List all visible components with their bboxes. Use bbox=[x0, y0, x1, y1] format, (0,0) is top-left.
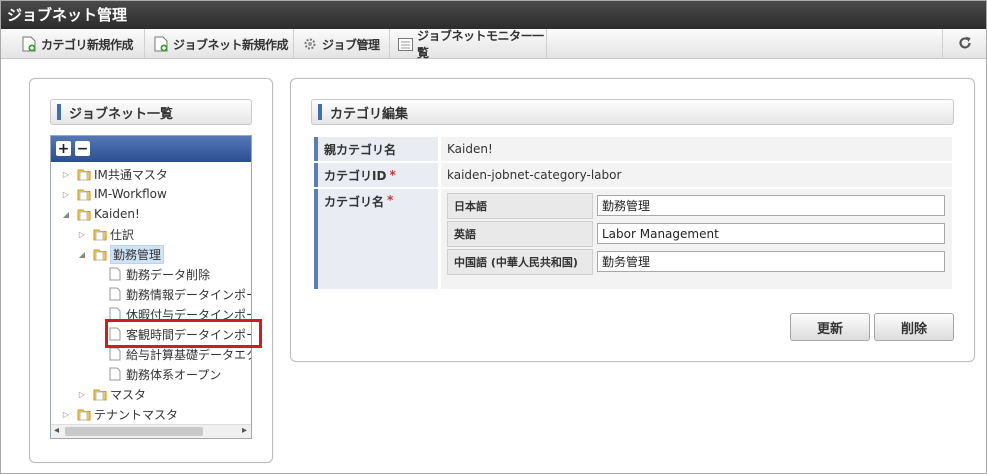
tree-node-label: Kaiden! bbox=[94, 207, 140, 221]
expand-toggle-icon[interactable]: ▷ bbox=[77, 390, 87, 399]
jobnet-list-heading: ジョブネット一覧 bbox=[50, 99, 252, 125]
category-id-row: カテゴリID * kaiden-jobnet-category-labor bbox=[314, 163, 952, 187]
tree-toolbar: + − bbox=[51, 136, 251, 162]
required-mark: * bbox=[389, 168, 396, 182]
lang-label-english: 英語 bbox=[447, 221, 593, 247]
horizontal-scrollbar[interactable]: ◂ ▸ bbox=[51, 424, 251, 438]
new-category-label: カテゴリ新規作成 bbox=[41, 37, 134, 52]
tree-node-label: マスタ bbox=[110, 387, 147, 402]
expand-toggle-icon[interactable]: ▷ bbox=[77, 230, 87, 239]
open-folder-icon bbox=[77, 207, 91, 221]
parent-category-label: 親カテゴリ名 bbox=[314, 137, 438, 161]
required-mark: * bbox=[387, 193, 394, 207]
toolbar: カテゴリ新規作成 ジョブネット新規作成 ジョブ管理 ジョブネットモニター一覧 bbox=[1, 29, 986, 60]
tree-node-labor-data-delete[interactable]: 勤務データ削除 bbox=[109, 264, 210, 284]
tree-node-master[interactable]: ▷ マスタ bbox=[77, 384, 146, 404]
tree-node-label: 勤務管理 bbox=[110, 244, 165, 264]
category-id-label-text: カテゴリID bbox=[324, 168, 387, 183]
refresh-icon bbox=[958, 36, 972, 53]
tree-node-tenant-master[interactable]: ▷ テナントマスタ bbox=[61, 404, 178, 424]
collapse-toggle-icon[interactable]: ◢ bbox=[61, 210, 71, 219]
job-management-button[interactable]: ジョブ管理 bbox=[294, 29, 390, 59]
new-jobnet-label: ジョブネット新規作成 bbox=[173, 37, 289, 52]
job-management-label: ジョブ管理 bbox=[322, 37, 380, 52]
monitor-list-icon bbox=[398, 36, 413, 52]
refresh-button[interactable] bbox=[942, 29, 986, 59]
parent-category-value: Kaiden! bbox=[441, 137, 952, 161]
heading-accent-bar bbox=[57, 104, 61, 120]
category-name-label: カテゴリ名 * bbox=[314, 189, 438, 289]
jobnet-tree: + − ▷ IM共通マスタ ▷ IM-Workflow ◢ Kaiden! ▷ … bbox=[50, 135, 252, 439]
expand-toggle-icon[interactable]: ▷ bbox=[61, 190, 71, 199]
jobnet-monitor-list-label: ジョブネットモニター一覧 bbox=[417, 29, 544, 60]
document-icon bbox=[109, 367, 123, 381]
document-icon bbox=[109, 287, 123, 301]
tree-node-label: 給与計算基礎データエク bbox=[126, 347, 252, 362]
tree-node-label: 仕訳 bbox=[110, 227, 135, 242]
lang-label-chinese: 中国語 (中華人民共和国) bbox=[447, 249, 593, 275]
category-id-label: カテゴリID * bbox=[314, 163, 438, 187]
open-folder-icon bbox=[93, 247, 107, 261]
delete-button[interactable]: 削除 bbox=[874, 313, 954, 341]
folder-icon bbox=[93, 227, 107, 241]
category-name-chinese-input[interactable] bbox=[597, 251, 945, 272]
new-jobnet-button[interactable]: ジョブネット新規作成 bbox=[145, 29, 294, 59]
tree-node-label: 勤務情報データインポー bbox=[126, 287, 252, 302]
category-id-value: kaiden-jobnet-category-labor bbox=[441, 163, 952, 187]
tree-node-kaiden[interactable]: ◢ Kaiden! bbox=[61, 204, 140, 224]
category-edit-title: カテゴリ編集 bbox=[330, 106, 409, 122]
tree-node-label: IM-Workflow bbox=[94, 187, 167, 201]
scrollbar-thumb[interactable] bbox=[65, 427, 203, 436]
category-name-english-input[interactable] bbox=[597, 223, 945, 244]
category-name-label-text: カテゴリ名 bbox=[324, 195, 385, 209]
application-window: ジョブネット管理 カテゴリ新規作成 ジョブネット新規作成 ジョブ管理 ジョブネッ… bbox=[0, 0, 987, 474]
tree-node-label: IM共通マスタ bbox=[94, 167, 168, 182]
jobnet-list-title: ジョブネット一覧 bbox=[69, 106, 174, 122]
document-icon bbox=[109, 267, 123, 281]
parent-category-row: 親カテゴリ名 Kaiden! bbox=[314, 137, 952, 161]
collapse-toggle-icon[interactable]: ◢ bbox=[77, 250, 87, 259]
scroll-left-arrow[interactable]: ◂ bbox=[54, 425, 59, 436]
update-button[interactable]: 更新 bbox=[790, 313, 870, 341]
tree-node-labor-info-import[interactable]: 勤務情報データインポー bbox=[109, 284, 252, 304]
category-edit-heading: カテゴリ編集 bbox=[311, 99, 954, 125]
new-category-button[interactable]: カテゴリ新規作成 bbox=[13, 29, 145, 59]
collapse-all-button[interactable]: − bbox=[75, 141, 90, 156]
folder-icon bbox=[77, 187, 91, 201]
page-title: ジョブネット管理 bbox=[1, 1, 986, 29]
folder-icon bbox=[93, 387, 107, 401]
scroll-right-arrow[interactable]: ▸ bbox=[242, 425, 247, 436]
document-icon bbox=[109, 347, 123, 361]
tree-node-journal[interactable]: ▷ 仕訳 bbox=[77, 224, 134, 244]
jobnet-monitor-list-button[interactable]: ジョブネットモニター一覧 bbox=[390, 29, 547, 60]
expand-all-button[interactable]: + bbox=[56, 141, 71, 156]
category-name-japanese-input[interactable] bbox=[597, 195, 945, 216]
add-document-icon bbox=[153, 36, 169, 52]
expand-toggle-icon[interactable]: ▷ bbox=[61, 410, 71, 419]
tree-node-work-system-open[interactable]: 勤務体系オープン bbox=[109, 364, 221, 384]
expand-toggle-icon[interactable]: ▷ bbox=[61, 170, 71, 179]
lang-label-japanese: 日本語 bbox=[447, 193, 593, 219]
add-document-icon bbox=[21, 36, 37, 52]
tree-node-label: 勤務体系オープン bbox=[126, 367, 222, 382]
highlight-box bbox=[105, 319, 262, 348]
tree-node-label: 勤務データ削除 bbox=[126, 267, 211, 282]
gear-icon bbox=[302, 36, 318, 52]
folder-icon bbox=[77, 407, 91, 421]
heading-accent-bar bbox=[318, 104, 322, 120]
tree-node-label: テナントマスタ bbox=[94, 407, 179, 422]
tree-node-im-workflow[interactable]: ▷ IM-Workflow bbox=[61, 184, 167, 204]
tree-node-im-common-master[interactable]: ▷ IM共通マスタ bbox=[61, 164, 168, 184]
folder-icon bbox=[77, 167, 91, 181]
tree-node-labor-management[interactable]: ◢ 勤務管理 bbox=[77, 244, 165, 264]
